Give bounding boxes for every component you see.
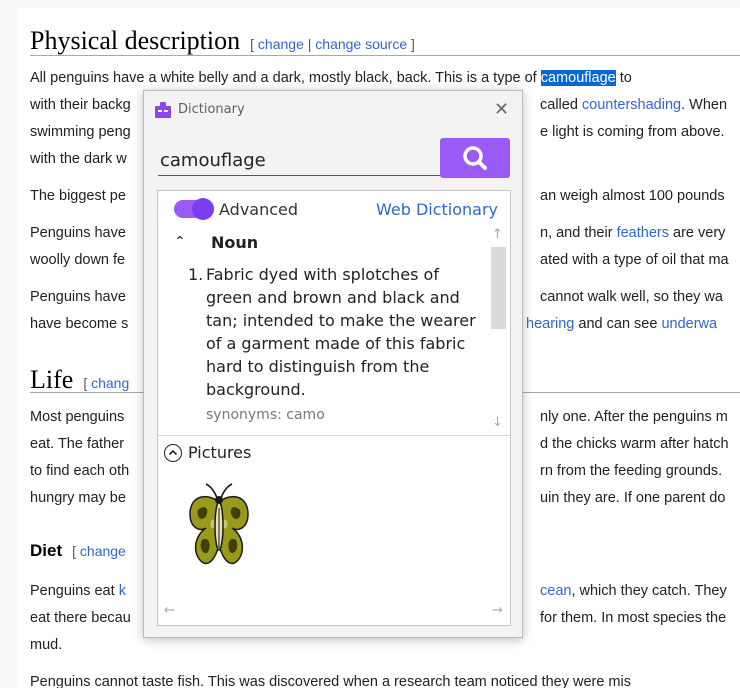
text-line: eat. The father <box>30 436 125 452</box>
text-line: Most penguins <box>30 409 125 425</box>
scroll-right-arrow-icon[interactable]: → <box>492 603 503 618</box>
text-line: n, and their feathers are very <box>540 225 726 241</box>
link-countershading[interactable]: countershading <box>582 97 681 113</box>
pictures-label: Pictures <box>188 443 252 462</box>
advanced-toggle[interactable] <box>174 198 214 220</box>
camouflage-moth-image <box>189 483 249 565</box>
search-icon <box>463 146 487 170</box>
collapse-noun-chevron-icon[interactable]: ⌃ <box>174 234 186 250</box>
search-button[interactable] <box>440 138 510 178</box>
text-line: ated with a type of oil that ma <box>540 252 729 268</box>
vertical-scrollbar[interactable]: ↑ ↓ <box>488 227 508 435</box>
part-of-speech-label: Noun <box>211 233 259 252</box>
text-line: Penguins cannot taste fish. This was dis… <box>30 674 631 688</box>
definition-panel: Advanced Web Dictionary ⌃ Noun 1. Fabric… <box>157 190 511 626</box>
text-line: woolly down fe <box>30 252 126 268</box>
collapse-pictures-chevron-icon[interactable] <box>164 444 182 462</box>
text-line: for them. In most species the <box>540 610 727 626</box>
search-input[interactable] <box>158 145 440 176</box>
text-line: eat there becau <box>30 610 131 626</box>
heading-rule <box>30 55 740 56</box>
text-line: The biggest pe <box>30 188 126 204</box>
definition-number: 1. <box>188 265 204 284</box>
link-ocean[interactable]: cean <box>540 583 571 599</box>
text-line: uin they are. If one parent do <box>540 490 726 506</box>
advanced-label: Advanced <box>219 200 299 219</box>
text-line: with the dark w <box>30 151 127 167</box>
edit-change-link[interactable]: change <box>80 543 126 559</box>
text-line: called countershading. When <box>540 97 728 113</box>
text-line: cean, which they catch. They <box>540 583 727 599</box>
text-line: an weigh almost 100 pounds <box>540 188 725 204</box>
scroll-left-arrow-icon[interactable]: ← <box>164 603 175 618</box>
heading-physical-description: Physical description[ change | change so… <box>30 26 415 55</box>
text-line: to find each oth <box>30 463 130 479</box>
selected-word-camouflage[interactable]: camouflage <box>540 70 616 86</box>
dictionary-app-icon <box>155 102 171 118</box>
text-line: with their backg <box>30 97 131 113</box>
definition-text: Fabric dyed with splotches of green and … <box>206 265 476 399</box>
edit-change-link[interactable]: chang <box>91 375 129 391</box>
text-line: hearing and can see underwa <box>526 316 718 332</box>
link-hearing[interactable]: hearing <box>526 316 574 332</box>
text-line: hungry may be <box>30 490 126 506</box>
link-krill[interactable]: k <box>119 583 126 599</box>
section-edit-links: [ change | change source ] <box>250 36 415 52</box>
scroll-up-arrow-icon[interactable]: ↑ <box>492 227 503 242</box>
close-icon[interactable]: ✕ <box>494 99 509 120</box>
text-line: nly one. After the penguins m <box>540 409 728 425</box>
heading-life: Life[ chang <box>30 365 130 394</box>
dictionary-popup: Dictionary ✕ Advanced Web Dictionary ⌃ N… <box>143 90 523 638</box>
edit-change-link[interactable]: change <box>258 36 304 52</box>
dictionary-title: Dictionary <box>178 102 245 117</box>
toggle-knob <box>192 198 214 220</box>
section-divider <box>158 435 510 436</box>
text-line: mud. <box>30 637 63 653</box>
link-feathers[interactable]: feathers <box>617 225 669 241</box>
text-line: Penguins have <box>30 225 126 241</box>
heading-diet: Diet[ change <box>30 541 126 560</box>
web-dictionary-link[interactable]: Web Dictionary <box>376 200 498 219</box>
edit-change-source-link[interactable]: change source <box>315 36 407 52</box>
text-line: Penguins eat k <box>30 583 126 599</box>
text-line: d the chicks warm after hatch <box>540 436 729 452</box>
scrollbar-thumb[interactable] <box>491 247 506 329</box>
definition-item: 1. Fabric dyed with splotches of green a… <box>188 263 478 401</box>
text-line: cannot walk well, so they wa <box>540 289 723 305</box>
text-line: swimming peng <box>30 124 131 140</box>
scroll-down-arrow-icon[interactable]: ↓ <box>492 415 503 430</box>
text-line: have become s <box>30 316 129 332</box>
text-line: All penguins have a white belly and a da… <box>30 70 632 86</box>
link-underwater[interactable]: underwa <box>661 316 717 332</box>
text-line: Penguins have <box>30 289 126 305</box>
text-line: e light is coming from above. <box>540 124 725 140</box>
text-line: rn from the feeding grounds. <box>540 463 723 479</box>
synonyms-text: synonyms: camo <box>206 407 325 423</box>
